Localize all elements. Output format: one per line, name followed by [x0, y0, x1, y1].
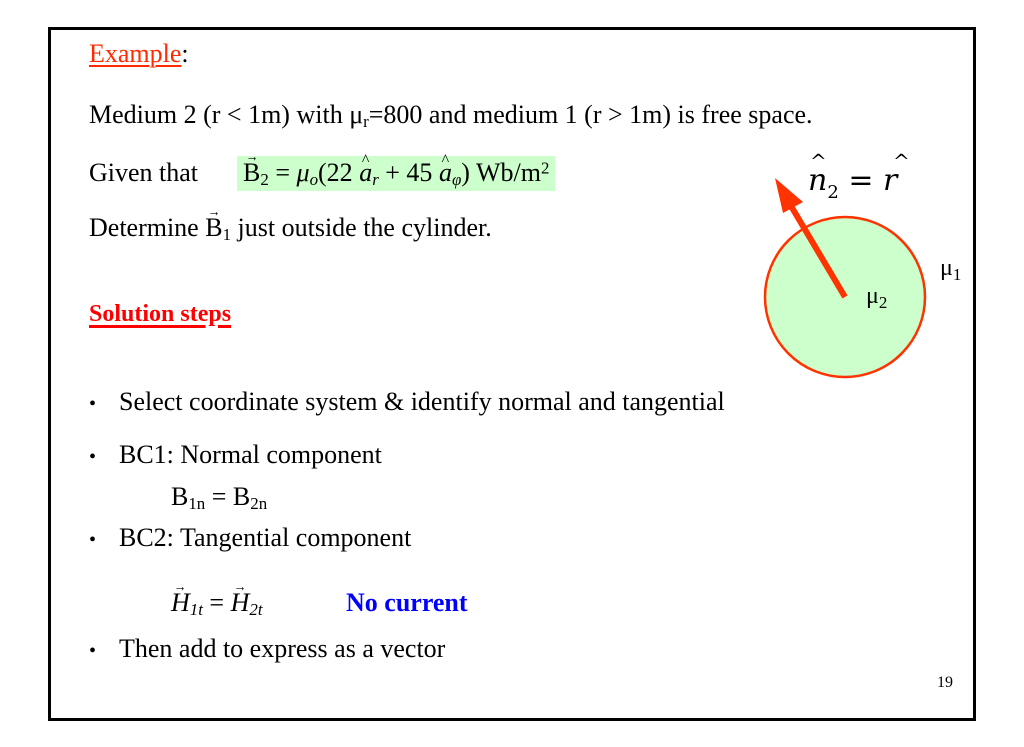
title-text: Example [89, 39, 182, 68]
coef-r: (22 [318, 158, 360, 187]
b2-subscript: 2 [260, 170, 269, 190]
h2t-vector-symbol: H [231, 588, 250, 618]
cylinder-diagram: n2 = r ^ ^ μ1 μ2 [763, 149, 961, 379]
step-item: • BC1: Normal component [89, 440, 382, 472]
mu-symbol: μ [296, 158, 310, 187]
mu2-symbol: μ [866, 283, 879, 309]
solution-heading: Solution steps [89, 301, 232, 327]
bullet-icon: • [89, 393, 97, 415]
step-text: Then add to express as a vector [119, 634, 446, 663]
bc2-equation: H1t = H2t [171, 588, 263, 618]
step-item: • Select coordinate system & identify nor… [89, 387, 725, 419]
no-current-note: No current [346, 588, 468, 617]
step-text: BC1: Normal component [119, 440, 382, 469]
step-text: BC2: Tangential component [119, 523, 412, 552]
equals-sign: = [839, 163, 883, 198]
bullet-icon: • [89, 640, 97, 662]
equals-sign: = [202, 588, 231, 617]
a-phi-unit-vector: a [439, 158, 452, 188]
n-subscript: 2 [827, 182, 838, 203]
step-item: • Then add to express as a vector [89, 634, 445, 666]
coef-phi: + 45 [378, 158, 439, 187]
equals-sign: = [275, 158, 290, 187]
problem-statement: Medium 2 (r < 1m) with μr=800 and medium… [89, 100, 813, 130]
mu2-subscript: 2 [879, 293, 888, 312]
given-equation: B2 = μo(22 ar + 45 aφ) Wb/m2 [237, 156, 556, 191]
b2n-subscript: 2n [250, 494, 268, 514]
b1-vector-symbol: B [205, 213, 222, 243]
title-colon: : [181, 39, 189, 68]
determine-label: Determine [89, 213, 199, 242]
outer-medium-label: μ1 [940, 255, 961, 284]
bullet-icon: • [89, 446, 97, 468]
slide-frame: Example: Medium 2 (r < 1m) with μr=800 a… [48, 27, 976, 721]
r-hat-caret: ^ [893, 149, 910, 173]
determine-rest: just outside the cylinder. [237, 213, 492, 242]
given-label: Given that [89, 158, 199, 187]
slide-title: Example: [89, 39, 189, 69]
b1n-subscript: 1n [188, 494, 206, 514]
a-r-unit-vector: a [359, 158, 372, 188]
bc1-equation: B1n = B2n [171, 482, 267, 512]
step-item: • BC2: Tangential component [89, 523, 411, 555]
normal-arrow-head-icon [775, 178, 803, 213]
units: ) Wb/m [461, 158, 541, 187]
a-phi-subscript: φ [451, 170, 462, 190]
h2t-subscript: 2t [249, 600, 263, 620]
mu1-symbol: μ [940, 255, 953, 281]
given-line: Given that B2 = μo(22 ar + 45 aφ) Wb/m2 [89, 156, 556, 191]
determine-line: Determine B1 just outside the cylinder. [89, 213, 492, 243]
page-number: 19 [937, 674, 953, 691]
a-r-subscript: r [372, 170, 379, 190]
n-hat-caret: ^ [810, 149, 827, 173]
b1-subscript: 1 [222, 225, 232, 245]
b1n-symbol: B [171, 482, 189, 511]
h1t-subscript: 1t [189, 600, 203, 620]
problem-line1-a: Medium 2 (r < 1m) with μ [89, 100, 364, 129]
problem-line1-b: =800 and medium 1 (r > 1m) is free space… [368, 100, 813, 129]
units-exponent: 2 [540, 158, 550, 178]
mu-subscript: o [309, 170, 319, 190]
b-vector-symbol: B [243, 158, 260, 188]
equals-sign: = [205, 482, 233, 511]
mu1-subscript: 1 [953, 265, 962, 284]
h1t-vector-symbol: H [171, 588, 190, 618]
bullet-icon: • [89, 529, 97, 551]
step-text: Select coordinate system & identify norm… [119, 387, 725, 416]
b2n-symbol: B [232, 482, 251, 511]
